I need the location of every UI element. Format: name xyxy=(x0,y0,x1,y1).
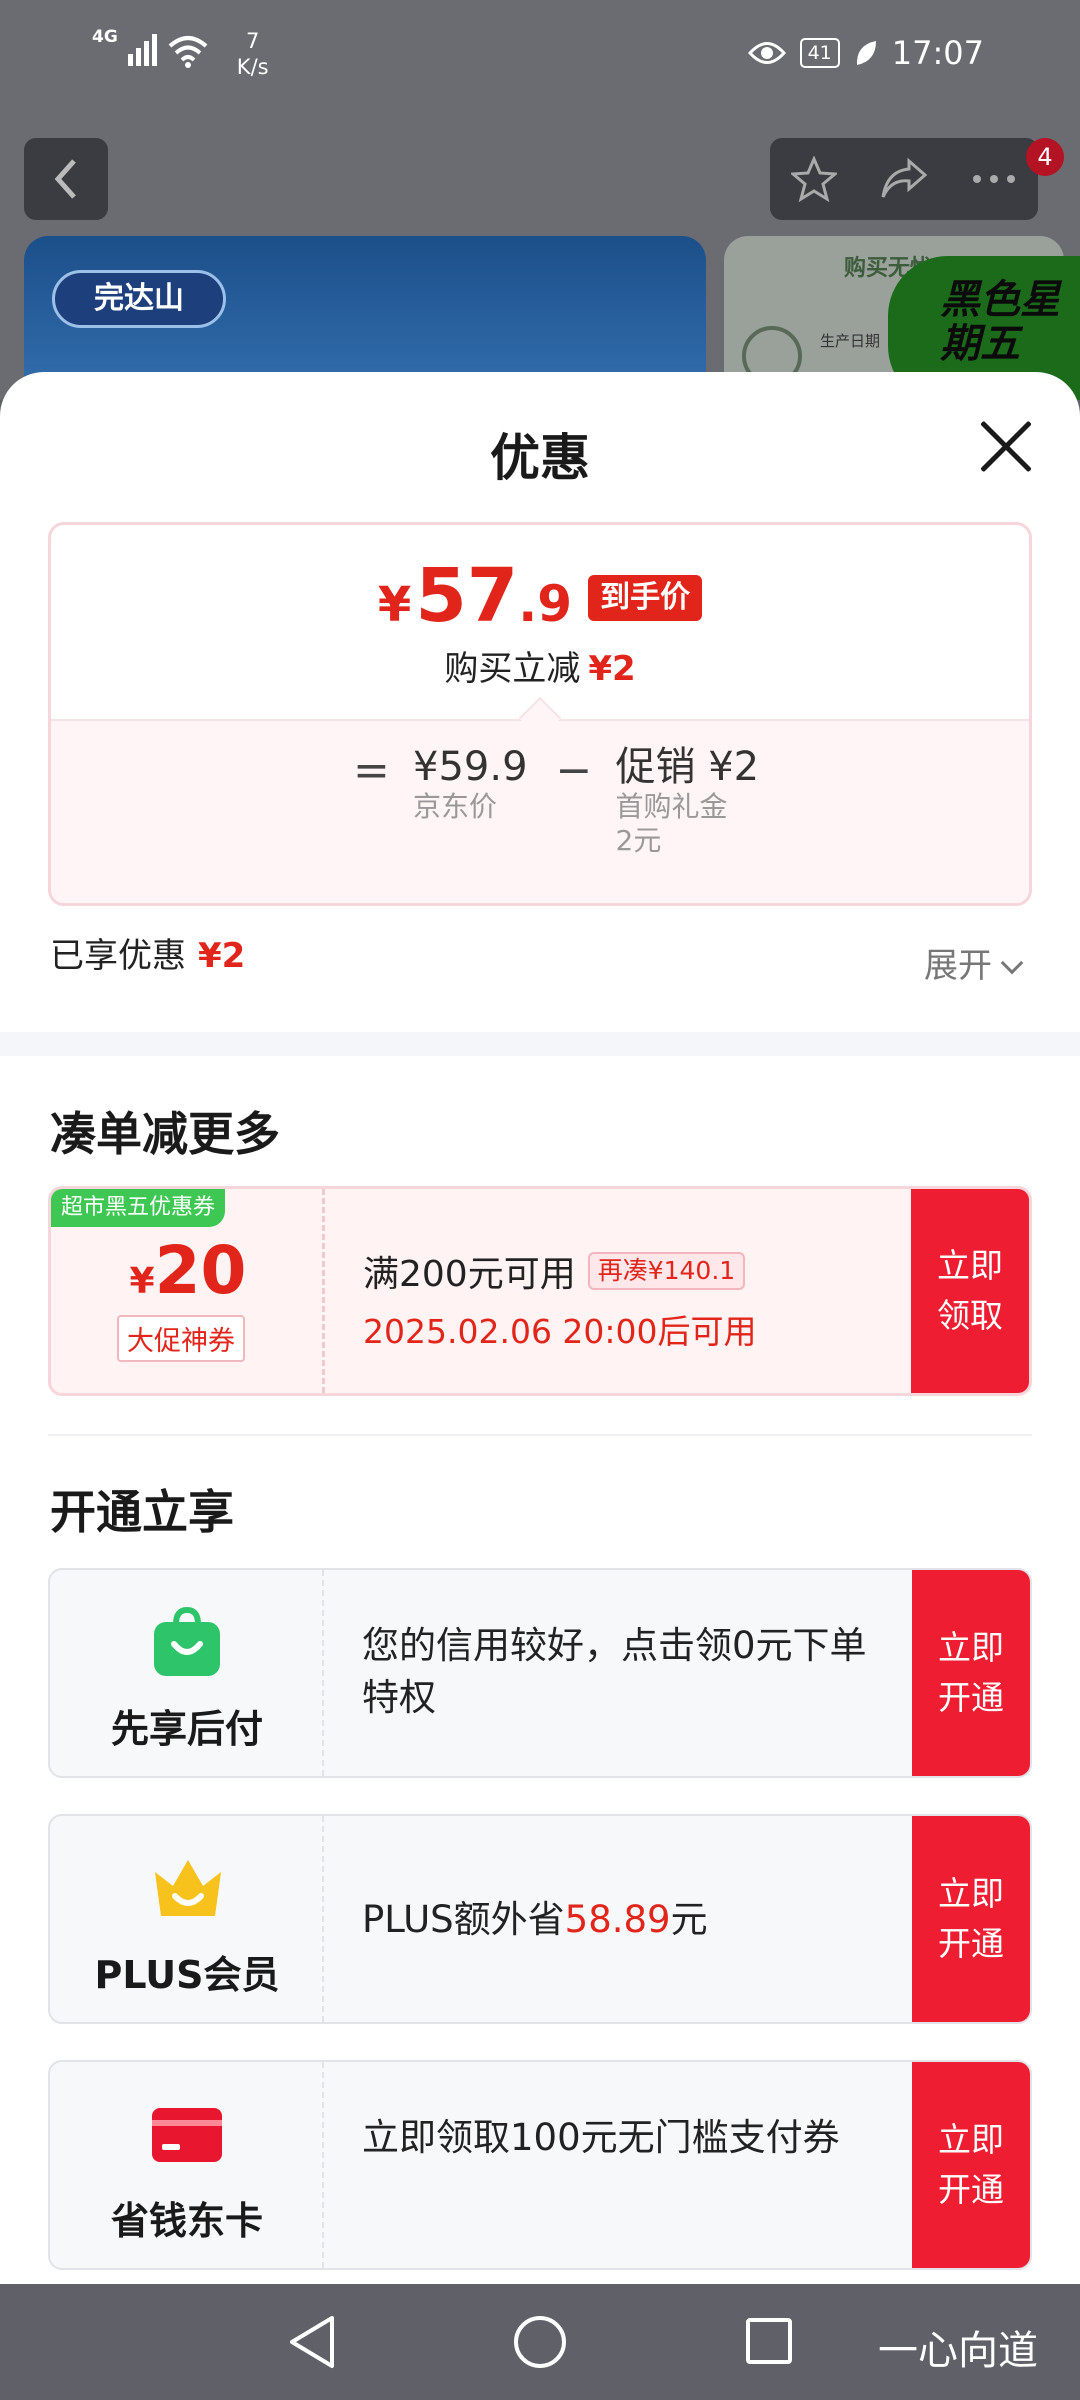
brand-logo: 完达山 xyxy=(52,270,226,328)
service-identity: 先享后付 xyxy=(50,1570,324,1776)
discount-sheet: 优惠 ¥ 57 .9 到手价 购买立减 ¥2 = ¥59.9 京东价 − 促销 … xyxy=(0,372,1080,2284)
background-page: 4G 7 K/s 41 17:07 4 完达山 购买无忧 生产日期 黑色星期五 xyxy=(0,0,1080,400)
coupon-amount: ¥20 xyxy=(51,1233,325,1309)
service-card-saving-card: 省钱东卡 立即领取100元无门槛支付券 立即开通 xyxy=(48,2060,1032,2270)
chevron-left-icon xyxy=(54,159,76,199)
wifi-icon xyxy=(168,36,208,68)
final-price-tag: 到手价 xyxy=(588,575,703,621)
network-indicator: 4G xyxy=(92,28,118,46)
speed-unit: K/s xyxy=(236,55,269,79)
nav-brand-text: 一心向道 xyxy=(878,2328,1038,2374)
system-nav-bar: 一心向道 xyxy=(0,2284,1080,2400)
currency-symbol: ¥ xyxy=(377,577,412,633)
service-description: 您的信用较好，点击领0元下单特权 xyxy=(362,1624,867,1719)
plus-text-prefix: PLUS额外省 xyxy=(362,1898,565,1941)
jd-price-label: 京东价 xyxy=(413,790,498,823)
sheet-title: 优惠 xyxy=(490,429,590,487)
eye-icon xyxy=(747,42,786,64)
activate-pay-later-button[interactable]: 立即开通 xyxy=(912,1570,1030,1776)
coupon-currency: ¥ xyxy=(129,1261,155,1302)
reduction-amount: ¥2 xyxy=(588,649,636,689)
coupon-value-area: 超市黑五优惠券 ¥20 大促神券 xyxy=(51,1189,325,1393)
battery-indicator: 41 xyxy=(799,38,840,68)
instant-reduction: 购买立减 ¥2 xyxy=(51,641,1029,690)
section-divider xyxy=(0,1032,1080,1056)
section-title-coupons: 凑单减更多 xyxy=(50,1107,280,1161)
close-icon[interactable] xyxy=(976,416,1036,476)
star-icon[interactable] xyxy=(791,156,837,202)
crown-icon xyxy=(155,1860,221,1916)
coupon-info: 满200元可用 再凑¥140.1 2025.02.06 20:00后可用 xyxy=(363,1245,757,1353)
enjoyed-amount: ¥2 xyxy=(198,936,246,976)
top-actions xyxy=(770,138,1038,220)
nav-home-icon[interactable] xyxy=(514,2316,566,2368)
nav-recent-icon[interactable] xyxy=(746,2318,792,2364)
notification-badge: 4 xyxy=(1026,138,1064,176)
price-integer: 57 xyxy=(415,553,519,639)
expand-label: 展开 xyxy=(924,946,992,986)
back-button[interactable] xyxy=(24,138,108,220)
card-icon xyxy=(152,2108,222,2162)
claim-coupon-button[interactable]: 立即领取 xyxy=(911,1189,1029,1393)
coupon-badge: 超市黑五优惠券 xyxy=(51,1189,226,1227)
expand-button[interactable]: 展开 xyxy=(924,938,1024,987)
jd-price-col: ¥59.9 京东价 xyxy=(413,743,528,823)
guarantee-text: 生产日期 xyxy=(820,332,881,350)
status-bar: 4G 7 K/s 41 17:07 xyxy=(0,0,1080,110)
network-type: 4G xyxy=(92,27,118,47)
promo-value: 促销 ¥2 xyxy=(615,744,760,790)
service-card-plus: PLUS会员 PLUS额外省58.89元 立即开通 xyxy=(48,1814,1032,2024)
network-speed: 7 K/s xyxy=(237,28,269,80)
activate-plus-button[interactable]: 立即开通 xyxy=(912,1816,1030,2022)
shopping-bag-icon xyxy=(154,1606,220,1676)
coupon-type-tag: 大促神券 xyxy=(117,1315,245,1362)
jd-price: ¥59.9 xyxy=(413,744,528,790)
signal-icon xyxy=(127,32,157,66)
share-icon[interactable] xyxy=(879,157,929,201)
chevron-down-icon xyxy=(1000,951,1024,975)
promo-detail: 首购礼金 xyxy=(615,790,728,823)
promo-col: 促销 ¥2 首购礼金 2元 xyxy=(616,743,760,859)
service-description: PLUS额外省58.89元 xyxy=(362,1894,882,1946)
service-card-pay-later: 先享后付 您的信用较好，点击领0元下单特权 立即开通 xyxy=(48,1568,1032,1778)
service-identity: 省钱东卡 xyxy=(50,2062,324,2268)
service-name: 先享后付 xyxy=(110,1707,263,1751)
coupon-card: 超市黑五优惠券 ¥20 大促神券 满200元可用 再凑¥140.1 2025.0… xyxy=(48,1186,1032,1396)
enjoyed-label: 已享优惠 xyxy=(50,936,186,976)
enjoyed-discount: 已享优惠 ¥2 xyxy=(50,928,245,977)
coupon-condition: 满200元可用 再凑¥140.1 xyxy=(363,1245,757,1297)
coupon-condition-text: 满200元可用 xyxy=(363,1254,576,1295)
promo-detail-amount: 2元 xyxy=(615,824,662,857)
activate-saving-card-button[interactable]: 立即开通 xyxy=(912,2062,1030,2268)
reduction-label: 购买立减 xyxy=(444,649,581,689)
service-name: PLUS会员 xyxy=(94,1953,280,1997)
final-price-area: ¥ 57 .9 到手价 购买立减 ¥2 xyxy=(51,525,1029,719)
leaf-icon xyxy=(856,41,876,65)
service-description: 立即领取100元无门槛支付券 xyxy=(362,2116,840,2159)
service-name: 省钱东卡 xyxy=(110,2199,263,2243)
service-identity: PLUS会员 xyxy=(50,1816,324,2022)
section-title-services: 开通立享 xyxy=(50,1485,234,1539)
coupon-more-tag: 再凑¥140.1 xyxy=(587,1252,746,1290)
price-decimal: .9 xyxy=(518,575,573,633)
final-price: ¥ 57 .9 到手价 xyxy=(51,559,1029,633)
speed-value: 7 xyxy=(246,29,260,53)
coupon-valid-time: 2025.02.06 20:00后可用 xyxy=(363,1312,757,1351)
more-icon[interactable] xyxy=(971,174,1017,184)
divider xyxy=(48,1434,1032,1436)
coupon-value: 20 xyxy=(154,1232,247,1309)
plus-saving-amount: 58.89 xyxy=(564,1898,671,1941)
price-formula: = ¥59.9 京东价 − 促销 ¥2 首购礼金 2元 xyxy=(51,696,1029,903)
clock: 17:07 xyxy=(891,34,984,72)
nav-back-icon[interactable] xyxy=(286,2314,338,2370)
plus-text-suffix: 元 xyxy=(670,1898,708,1941)
price-breakdown: ¥ 57 .9 到手价 购买立减 ¥2 = ¥59.9 京东价 − 促销 ¥2 首 xyxy=(48,522,1032,906)
equals-sign: = xyxy=(353,745,390,796)
minus-sign: − xyxy=(555,745,593,796)
